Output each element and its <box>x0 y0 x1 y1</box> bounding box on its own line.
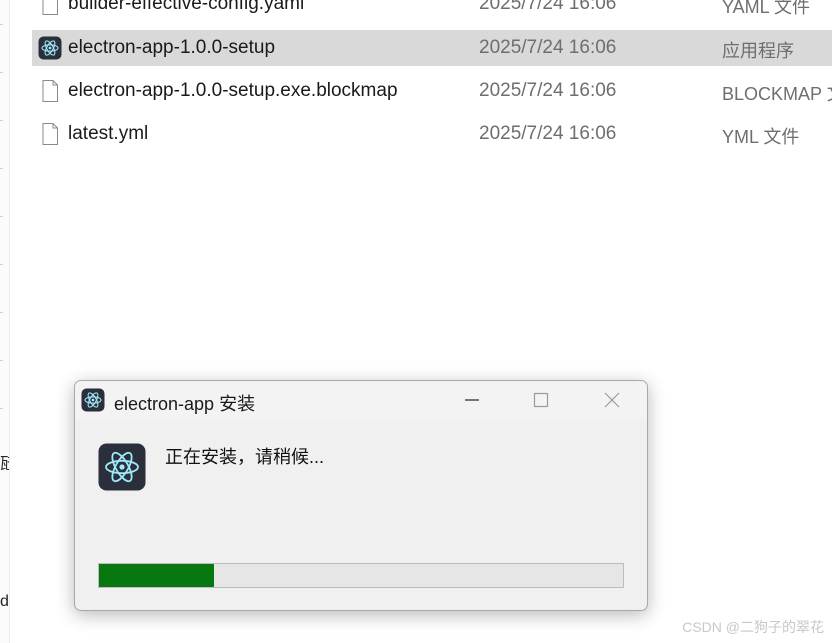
install-status-text: 正在安装，请稍候... <box>165 447 325 467</box>
maximize-button[interactable] <box>511 381 571 419</box>
file-date: 2025/7/24 16:06 <box>479 80 617 101</box>
installer-title: electron-app 安装 <box>114 394 256 414</box>
close-icon <box>604 392 620 408</box>
file-icon <box>42 0 58 15</box>
file-type: 应用程序 <box>722 41 794 61</box>
file-type: BLOCKMAP 文件 <box>722 84 832 104</box>
file-type: YAML 文件 <box>722 0 811 17</box>
file-date: 2025/7/24 16:06 <box>479 0 617 14</box>
file-date: 2025/7/24 16:06 <box>479 37 617 58</box>
file-row-selected[interactable]: electron-app-1.0.0-setup 2025/7/24 16:06… <box>32 30 832 66</box>
file-name: builder-effective-config.yaml <box>68 0 305 14</box>
installer-titlebar[interactable]: electron-app 安装 <box>75 381 647 419</box>
electron-app-icon <box>38 36 62 60</box>
close-button[interactable] <box>582 381 642 419</box>
file-name: electron-app-1.0.0-setup <box>68 37 276 58</box>
minimize-button[interactable] <box>442 381 502 419</box>
install-progress-bar <box>98 563 624 588</box>
file-row[interactable]: builder-effective-config.yaml 2025/7/24 … <box>32 0 832 22</box>
file-icon <box>42 123 58 145</box>
electron-app-icon <box>98 443 146 491</box>
navigation-pane-edge: 瓩 d <box>0 0 10 643</box>
progress-fill <box>99 564 214 587</box>
watermark: CSDN @二狗子的翠花 <box>682 619 824 635</box>
file-row[interactable]: electron-app-1.0.0-setup.exe.blockmap 20… <box>32 73 832 109</box>
minimize-icon <box>465 399 479 401</box>
file-name: electron-app-1.0.0-setup.exe.blockmap <box>68 80 398 101</box>
nav-partial-label: 瓩 <box>0 456 9 473</box>
file-date: 2025/7/24 16:06 <box>479 123 617 144</box>
file-icon <box>42 80 58 102</box>
maximize-icon <box>533 392 549 408</box>
file-row[interactable]: latest.yml 2025/7/24 16:06 YML 文件 <box>32 116 832 152</box>
file-name: latest.yml <box>68 123 149 144</box>
file-type: YML 文件 <box>722 127 800 147</box>
electron-app-icon <box>81 388 105 412</box>
nav-partial-label: d <box>0 593 9 610</box>
installer-dialog: electron-app 安装 正在安装，请稍候... <box>74 380 648 611</box>
